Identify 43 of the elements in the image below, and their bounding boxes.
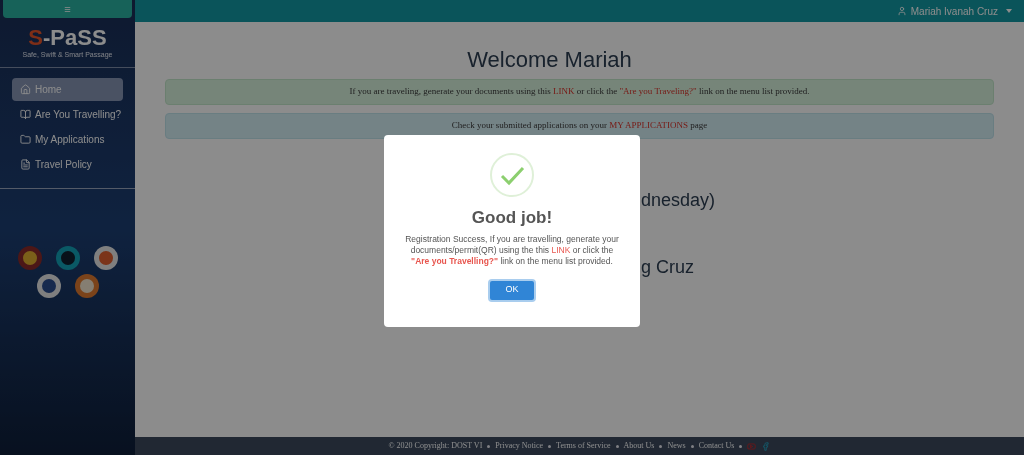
- alert-text: If you are traveling, generate your documents using this LINK or click the "Are you Traveling?" link on the menu list provided.: [349, 85, 810, 99]
- document-icon: [20, 159, 31, 170]
- separator-dot-icon: [690, 444, 694, 448]
- alert-link[interactable]: "Are you Traveling?": [619, 86, 697, 97]
- separator-dot-icon: [548, 444, 552, 448]
- caret-icon: [1006, 9, 1012, 13]
- welcome-heading: Welcome Mariah: [466, 46, 633, 74]
- separator-dot-icon: [487, 444, 491, 448]
- separator-dot-icon: [659, 444, 663, 448]
- footer-link[interactable]: News: [667, 440, 686, 452]
- sidebar-item[interactable]: Are You Travelling?: [12, 103, 123, 126]
- footer-link[interactable]: Contact Us: [698, 440, 735, 452]
- footer-link[interactable]: Terms of Service: [556, 440, 611, 452]
- alert-text: Check your submitted applications on your MY APPLICATIONS page: [451, 119, 708, 133]
- seal-icon: [16, 245, 43, 271]
- sidebar-item[interactable]: Travel Policy: [12, 153, 123, 176]
- separator-dot-icon: [615, 444, 619, 448]
- social-icon[interactable]: [761, 441, 771, 451]
- seal-icon: [73, 273, 100, 299]
- separator-dot-icon: [739, 444, 743, 448]
- footer-link[interactable]: About Us: [623, 440, 655, 452]
- user-icon: [896, 6, 907, 16]
- alert-link[interactable]: MY APPLICATIONS: [609, 120, 689, 131]
- seal-icon: [35, 273, 62, 299]
- ok-button[interactable]: OK: [488, 278, 536, 302]
- footer-link[interactable]: Privacy Notice: [495, 440, 544, 452]
- sidebar-item[interactable]: My Applications: [12, 128, 123, 151]
- copyright-text: © 2020 Copyright: DOST VI: [388, 440, 483, 452]
- dialog-title: Good job!: [471, 207, 553, 229]
- alert-link[interactable]: LINK: [552, 86, 575, 97]
- dialog-message: Registration Success, If you are travelling, generate your documents/permit(QR) using the this LINK or click the "Are you Travelling?" link on the menu list provided.: [404, 233, 620, 267]
- home-icon: [20, 84, 31, 95]
- logo-title: S-PaSS: [28, 26, 107, 50]
- book-icon: [20, 109, 31, 120]
- video-icon[interactable]: [747, 441, 757, 451]
- date-text: dnesday): [641, 189, 717, 212]
- seal-icon: [54, 245, 81, 271]
- name-text: g Cruz: [641, 256, 695, 279]
- seal-icon: [92, 245, 119, 271]
- checkmark-icon: [490, 153, 534, 197]
- user-menu[interactable]: Mariah Ivanah Cruz: [896, 3, 1012, 19]
- folder-icon: [20, 134, 31, 145]
- dialog-link[interactable]: LINK: [551, 244, 571, 255]
